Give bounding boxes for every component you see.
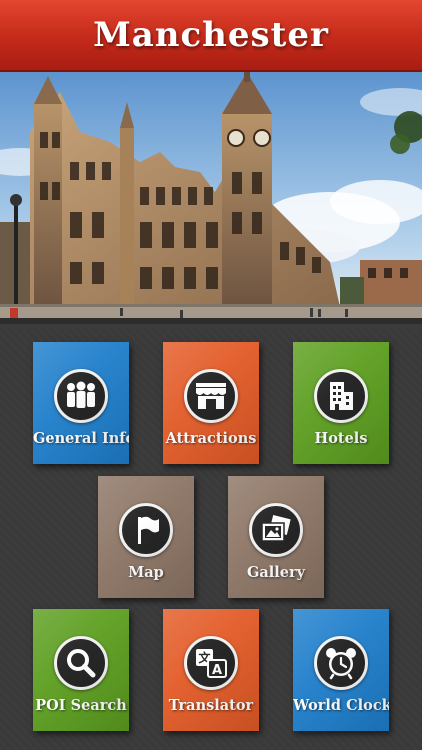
- town-hall-illustration: [0, 72, 422, 318]
- tile-label: Attractions: [165, 430, 257, 447]
- translate-icon: 文 A: [184, 636, 238, 690]
- tile-label: Gallery: [246, 564, 306, 581]
- flag-icon: [119, 503, 173, 557]
- tile-attractions[interactable]: Attractions: [163, 342, 259, 464]
- photos-icon: [249, 503, 303, 557]
- tile-general-info[interactable]: General Info: [33, 342, 129, 464]
- tile-hotels[interactable]: Hotels: [293, 342, 389, 464]
- tile-gallery[interactable]: Gallery: [228, 476, 324, 598]
- app-title: Manchester: [93, 15, 329, 55]
- tile-label: Hotels: [314, 430, 368, 447]
- building-icon: [314, 369, 368, 423]
- menu-grid: General Info Attractions Hotels Map Gall…: [0, 330, 422, 750]
- tile-label: Translator: [168, 697, 254, 714]
- storefront-icon: [184, 369, 238, 423]
- tile-world-clock[interactable]: World Clock: [293, 609, 389, 731]
- tile-label: Map: [128, 564, 164, 581]
- people-icon: [54, 369, 108, 423]
- tile-label: POI Search: [35, 697, 127, 714]
- svg-text:A: A: [212, 663, 222, 678]
- tile-poi-search[interactable]: POI Search: [33, 609, 129, 731]
- tile-map[interactable]: Map: [98, 476, 194, 598]
- hero-image: [0, 72, 422, 324]
- alarm-clock-icon: [314, 636, 368, 690]
- magnifier-icon: [54, 636, 108, 690]
- tile-translator[interactable]: 文 A Translator: [163, 609, 259, 731]
- tile-label: General Info: [33, 430, 129, 447]
- app-header: Manchester: [0, 0, 422, 72]
- tile-label: World Clock: [293, 697, 389, 714]
